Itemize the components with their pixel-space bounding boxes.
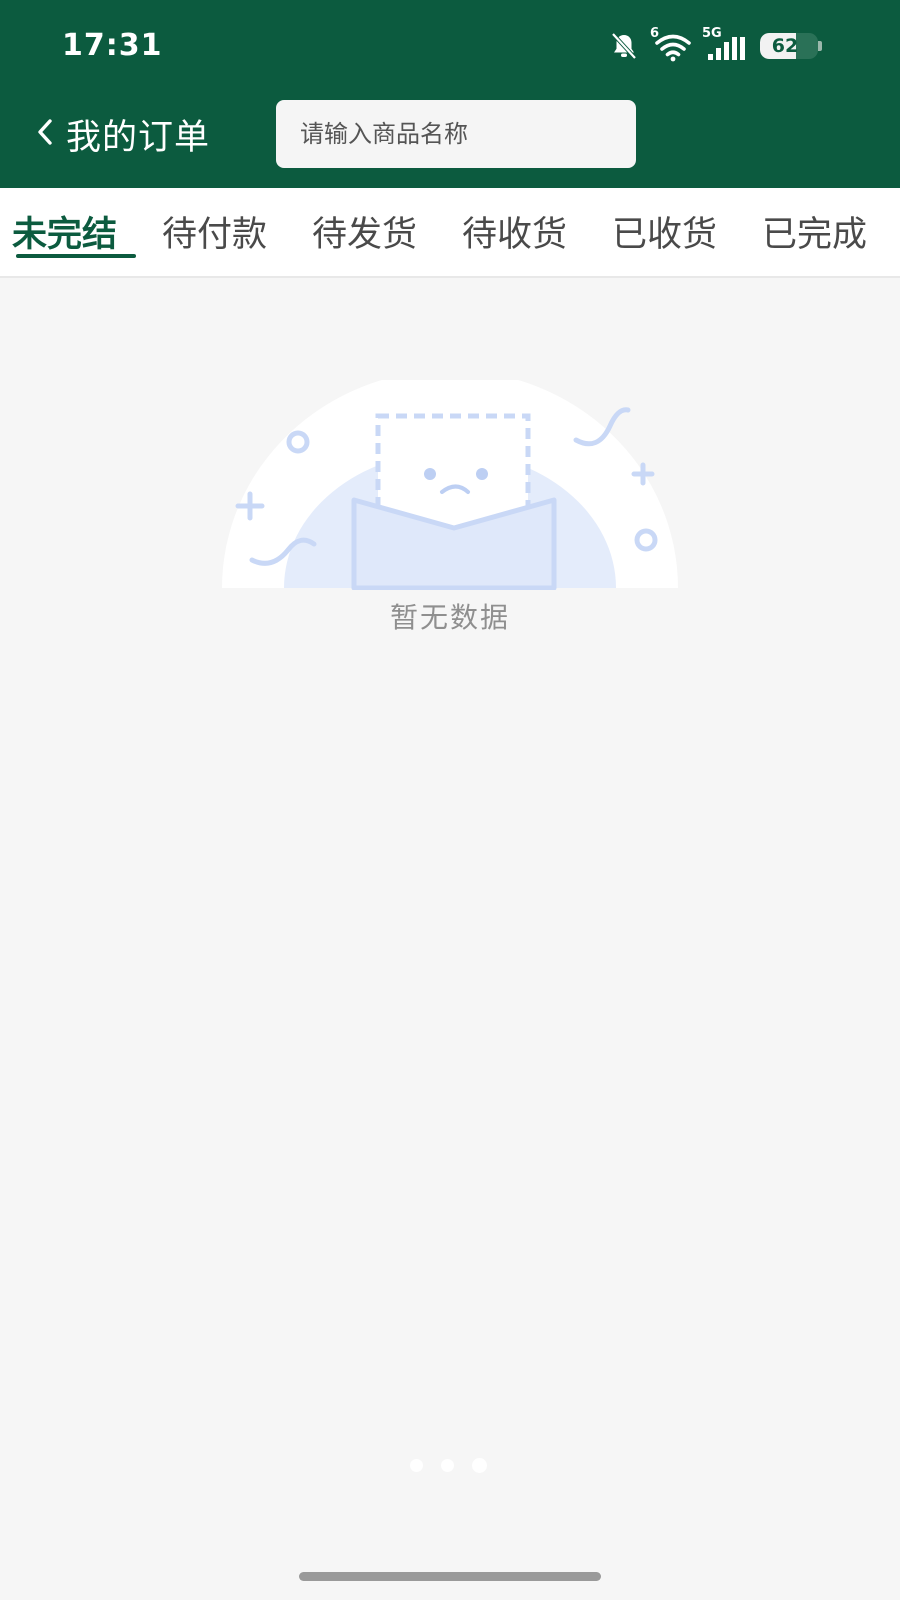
wifi-icon: 6 [650,26,694,62]
page-indicator [410,1458,487,1473]
tab-pending-shipment[interactable]: 待发货 [312,206,417,257]
status-icons: 6 5G 62 [608,26,822,64]
empty-box-illustration [210,370,690,594]
battery-icon: 62 [760,33,818,59]
battery-level: 62 [771,35,799,57]
search-box[interactable] [276,100,636,168]
tab-pending-payment[interactable]: 待付款 [162,206,267,257]
chevron-left-icon [34,117,56,151]
wifi-badge: 6 [650,26,660,41]
page-dot-active [472,1458,487,1473]
signal-icon: 5G [702,26,748,62]
tab-pending-receipt[interactable]: 待收货 [462,206,567,257]
bell-muted-icon [608,30,640,62]
empty-state-message: 暂无数据 [389,601,510,634]
tab-completed[interactable]: 已完成 [762,206,867,257]
app-header: 17:31 6 5G 62 我的订单 请输入商品名称 [0,0,900,188]
back-button[interactable]: 我的订单 [34,108,210,160]
status-time: 17:31 [62,28,163,63]
home-indicator[interactable] [299,1572,601,1581]
network-type: 5G [702,26,722,41]
tab-unfinished[interactable]: 未完结 [12,206,117,257]
page-dot [410,1459,423,1472]
order-status-tabs: 未完结 待付款 待发货 待收货 已收货 已完成 [0,188,900,278]
active-tab-indicator [16,254,136,258]
battery-indicator: 62 [760,33,822,59]
tab-received[interactable]: 已收货 [612,206,717,257]
page-dot [441,1459,454,1472]
page-title: 我的订单 [66,117,211,158]
search-input[interactable] [300,120,636,148]
